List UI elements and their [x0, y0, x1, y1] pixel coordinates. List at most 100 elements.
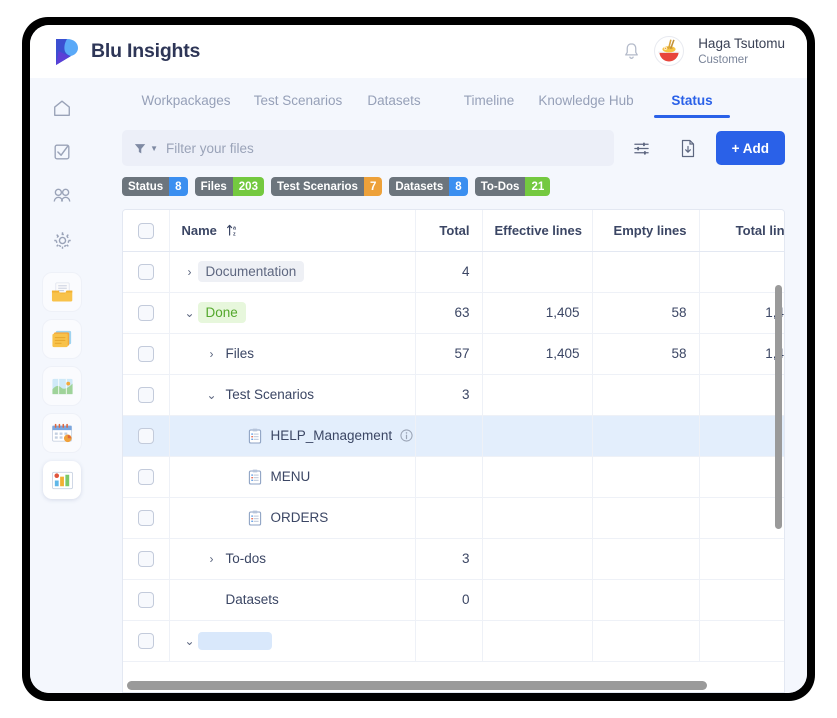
row-name-cell: ⌄ Test Scenarios — [169, 374, 416, 416]
brand-name: Blu Insights — [91, 40, 201, 62]
vertical-scrollbar[interactable] — [775, 285, 782, 530]
column-total[interactable]: Total — [415, 210, 483, 252]
row-checkbox[interactable] — [137, 304, 154, 321]
row-effective-lines — [482, 579, 593, 621]
sidebar-item-tasks[interactable] — [42, 132, 82, 172]
row-total: 0 — [415, 579, 483, 621]
column-name-label: Name — [181, 222, 217, 238]
user-meta[interactable]: Haga Tsutomu Customer — [698, 36, 785, 67]
clipboard-icon — [248, 469, 262, 485]
horizontal-scrollbar[interactable] — [127, 681, 707, 690]
row-checkbox[interactable] — [137, 468, 154, 485]
column-name[interactable]: Name a z — [169, 210, 416, 252]
chevron-right-icon[interactable]: › — [204, 347, 220, 361]
badge-datasets[interactable]: Datasets 8 — [389, 177, 468, 197]
sidebar-item-settings[interactable] — [42, 220, 82, 260]
row-checkbox[interactable] — [137, 386, 154, 403]
badge-label: Datasets — [389, 177, 450, 197]
tab-datasets[interactable]: Datasets — [346, 86, 442, 118]
row-total: 63 — [415, 292, 483, 334]
add-button[interactable]: + Add — [715, 131, 785, 166]
chevron-right-icon[interactable]: › — [182, 265, 198, 279]
sidebar-item-users[interactable] — [42, 176, 82, 216]
table-row[interactable]: MENU — [123, 456, 784, 498]
chevron-down-icon[interactable]: ⌄ — [182, 634, 198, 648]
status-table: Name a z Total Effective lines Empty lin… — [123, 210, 784, 662]
row-total-lines — [699, 538, 784, 580]
funnel-filter-icon[interactable] — [134, 142, 146, 155]
chevron-down-icon[interactable]: ⌄ — [204, 388, 220, 402]
sidebar-item-map[interactable] — [43, 367, 81, 405]
select-all-checkbox[interactable] — [137, 222, 154, 239]
table-row[interactable]: ⌄ Test Scenarios 3 — [123, 374, 784, 416]
tab-test-scenarios[interactable]: Test Scenarios — [250, 86, 346, 118]
column-total-lines[interactable]: Total lines — [699, 210, 784, 252]
sidebar-item-home[interactable] — [42, 88, 82, 128]
row-name-cell: ORDERS — [169, 497, 416, 539]
sidebar-item-card-box[interactable] — [43, 273, 81, 311]
settings-button[interactable] — [624, 130, 660, 166]
column-effective-lines[interactable]: Effective lines — [482, 210, 593, 252]
sidebar-item-notes[interactable] — [43, 320, 81, 358]
sidebar-item-calendar[interactable] — [43, 414, 81, 452]
badge-to-dos[interactable]: To-Dos 21 — [474, 177, 551, 197]
row-effective-lines — [482, 251, 593, 293]
row-name-cell: ⌄ Done — [169, 292, 416, 334]
table-row[interactable]: ORDERS — [123, 497, 784, 539]
badge-test-scenarios[interactable]: Test Scenarios 7 — [270, 177, 383, 197]
user-name: Haga Tsutomu — [698, 36, 785, 52]
row-checkbox[interactable] — [137, 632, 154, 649]
calendar-icon — [51, 423, 72, 442]
blu-insights-logo-icon — [56, 38, 78, 65]
row-name-label: Test Scenarios — [225, 387, 315, 403]
notes-icon — [51, 330, 71, 347]
chevron-right-icon[interactable]: › — [204, 552, 220, 566]
row-checkbox-cell — [123, 579, 170, 621]
table-row[interactable]: › Documentation 4 — [123, 251, 784, 293]
sort-az-ascending-icon[interactable]: a z — [226, 223, 240, 237]
chevron-down-icon[interactable]: ⌄ — [182, 306, 198, 320]
row-checkbox[interactable] — [137, 509, 154, 526]
table-row[interactable]: › Files 57 1,405 58 1,463 — [123, 333, 784, 375]
row-total — [415, 415, 483, 457]
dashboard-icon — [51, 471, 73, 489]
svg-text:z: z — [233, 231, 236, 237]
row-checkbox[interactable] — [137, 263, 154, 280]
sidebar-item-dashboard[interactable] — [43, 461, 81, 499]
row-total: 3 — [415, 374, 483, 416]
table-row[interactable]: Datasets 0 — [123, 579, 784, 621]
table-head: Name a z Total Effective lines Empty lin… — [123, 210, 784, 252]
avatar[interactable] — [654, 36, 685, 67]
filter-input[interactable] — [166, 140, 602, 156]
row-checkbox[interactable] — [137, 591, 154, 608]
row-total-lines — [699, 251, 784, 293]
table-row[interactable]: ⌄ Done 63 1,405 58 1,463 — [123, 292, 784, 334]
chevron-down-icon[interactable]: ▼ — [150, 144, 158, 153]
row-effective-lines: 1,405 — [482, 333, 593, 375]
badge-status[interactable]: Status 8 — [122, 177, 188, 197]
row-name-cell: Datasets — [169, 579, 416, 621]
table-row[interactable]: › To-dos 3 — [123, 538, 784, 580]
notification-bell-icon[interactable] — [623, 42, 640, 61]
row-checkbox[interactable] — [137, 550, 154, 567]
row-name-label: MENU — [270, 469, 311, 485]
tab-status[interactable]: Status — [654, 86, 730, 119]
filter-box[interactable]: ▼ — [122, 130, 614, 167]
row-checkbox[interactable] — [137, 345, 154, 362]
brand[interactable]: Blu Insights — [54, 37, 200, 67]
map-icon — [51, 378, 73, 394]
tab-timeline[interactable]: Timeline — [442, 86, 536, 118]
table-row[interactable]: HELP_Management — [123, 415, 784, 457]
info-circle-icon[interactable] — [400, 429, 413, 442]
tab-knowledge-hub[interactable]: Knowledge Hub — [536, 86, 636, 118]
row-checkbox[interactable] — [137, 427, 154, 444]
table-row[interactable]: ⌄ — [123, 620, 784, 662]
badge-count: 203 — [232, 177, 264, 197]
top-bar: Blu Insights Haga Tsutomu Customer — [30, 25, 807, 78]
row-effective-lines — [482, 415, 593, 457]
tab-workpackages[interactable]: Workpackages — [122, 86, 250, 118]
row-total: 3 — [415, 538, 483, 580]
column-empty-lines[interactable]: Empty lines — [592, 210, 700, 252]
export-button[interactable] — [670, 130, 706, 166]
badge-files[interactable]: Files 203 — [194, 177, 264, 197]
